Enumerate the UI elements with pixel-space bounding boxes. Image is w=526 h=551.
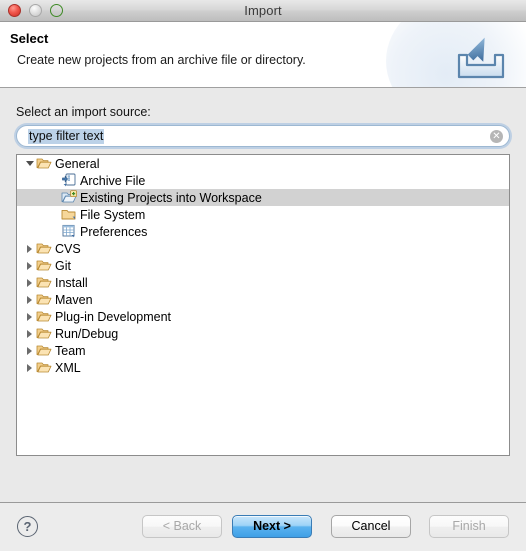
import-project-icon [61, 190, 78, 205]
tree-row-label: General [55, 156, 100, 171]
tree-row[interactable]: XML [17, 359, 509, 376]
tree-row-label: Maven [55, 292, 93, 307]
chevron-right-icon[interactable] [23, 347, 36, 355]
tree-row-label: Preferences [80, 224, 148, 239]
dialog-header: Select Create new projects from an archi… [0, 22, 526, 88]
title-bar: Import [0, 0, 526, 22]
tree-row-label: Archive File [80, 173, 146, 188]
next-button[interactable]: Next > [232, 515, 312, 538]
tree-row-label: File System [80, 207, 146, 222]
tree-row[interactable]: Run/Debug [17, 325, 509, 342]
open-folder-icon [36, 156, 52, 171]
open-folder-icon [36, 360, 52, 375]
tree-row-label: CVS [55, 241, 81, 256]
tree-row[interactable]: Git [17, 257, 509, 274]
archive-file-icon [61, 173, 77, 188]
finish-button[interactable]: Finish [429, 515, 509, 538]
open-folder-icon [36, 241, 52, 256]
tree-row[interactable]: Existing Projects into Workspace [17, 189, 509, 206]
tree-row[interactable]: Preferences [17, 223, 509, 240]
tree-row[interactable]: CVS [17, 240, 509, 257]
page-title: Select [10, 31, 49, 46]
import-dialog-window: Import Select Create new projects from a… [0, 0, 526, 551]
folder-icon [61, 207, 77, 222]
window-title: Import [244, 3, 282, 18]
chevron-right-icon[interactable] [23, 313, 36, 321]
open-folder-icon [36, 343, 52, 358]
chevron-right-icon[interactable] [23, 330, 36, 338]
import-source-tree[interactable]: General Archive File Existing Projects int… [16, 154, 510, 456]
cancel-button[interactable]: Cancel [331, 515, 411, 538]
tree-row[interactable]: Plug-in Development [17, 308, 509, 325]
tree-row[interactable]: Team [17, 342, 509, 359]
tree-row-label: Run/Debug [55, 326, 119, 341]
open-folder-icon [36, 309, 52, 324]
dialog-body: Select an import source: type filter tex… [0, 88, 526, 502]
preferences-file-icon [61, 224, 77, 239]
tree-row-label: Git [55, 258, 71, 273]
chevron-right-icon[interactable] [23, 364, 36, 372]
back-button[interactable]: < Back [142, 515, 222, 538]
chevron-right-icon[interactable] [23, 262, 36, 270]
page-description: Create new projects from an archive file… [17, 53, 306, 67]
tree-row-label: Plug-in Development [55, 309, 172, 324]
tree-row[interactable]: Archive File [17, 172, 509, 189]
open-folder-icon [36, 275, 52, 290]
chevron-right-icon[interactable] [23, 279, 36, 287]
chevron-right-icon[interactable] [23, 245, 36, 253]
clear-icon[interactable]: ✕ [490, 130, 503, 143]
tree-row[interactable]: Install [17, 274, 509, 291]
chevron-down-icon[interactable] [23, 161, 36, 166]
tree-row-label: Install [55, 275, 88, 290]
source-label: Select an import source: [16, 105, 151, 119]
tree-row-label: Existing Projects into Workspace [80, 190, 262, 205]
tree-row[interactable]: Maven [17, 291, 509, 308]
tree-row-label: XML [55, 360, 81, 375]
import-inbox-icon [453, 35, 509, 81]
tree-row-label: Team [55, 343, 86, 358]
chevron-right-icon[interactable] [23, 296, 36, 304]
dialog-footer: ? < Back Next > Cancel Finish [0, 502, 526, 550]
help-button[interactable]: ? [17, 516, 38, 537]
open-folder-icon [36, 258, 52, 273]
tree-row[interactable]: File System [17, 206, 509, 223]
open-folder-icon [36, 292, 52, 307]
filter-input-value: type filter text [28, 129, 105, 144]
filter-input[interactable]: type filter text ✕ [16, 125, 510, 147]
open-folder-icon [36, 326, 52, 341]
tree-row[interactable]: General [17, 155, 509, 172]
